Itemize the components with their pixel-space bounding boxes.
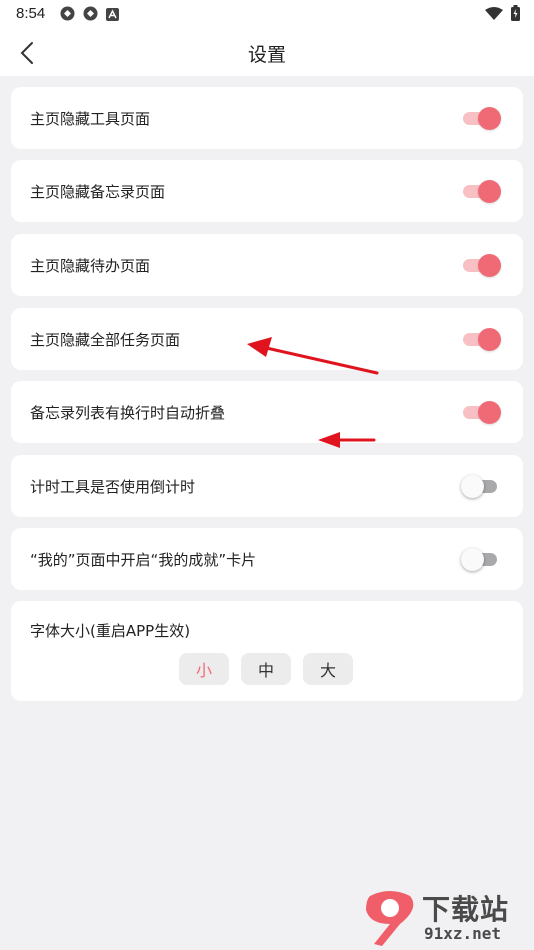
battery-icon [511,5,520,25]
font-size-label: 字体大小(重启APP生效) [30,622,191,640]
app-header: 设置 [0,28,534,76]
toggle-switch[interactable] [461,475,501,498]
system-icons [485,5,520,25]
a-icon [106,6,121,21]
toggle-switch[interactable] [463,401,501,424]
watermark: 下载站 91xz.net [360,888,530,948]
setting-row-hide-tools: 主页隐藏工具页面 [11,87,523,149]
page-title: 设置 [247,44,286,66]
setting-row-memo-auto-fold: 备忘录列表有换行时自动折叠 [11,381,523,443]
setting-row-hide-memo: 主页隐藏备忘录页面 [11,160,523,222]
font-size-card: 字体大小(重启APP生效) 小 中 大 [11,601,523,701]
watermark-url: 91xz.net [424,924,502,943]
status-bar: 8:54 [0,0,534,28]
setting-row-achievements-card: “我的”页面中开启“我的成就”卡片 [11,528,523,590]
font-size-medium-button[interactable]: 中 [241,653,291,685]
setting-label: 备忘录列表有换行时自动折叠 [30,404,226,422]
setting-label: 主页隐藏工具页面 [30,110,151,128]
font-size-large-button[interactable]: 大 [303,653,353,685]
toggle-switch[interactable] [463,107,501,130]
toggle-switch[interactable] [461,548,501,571]
notification-icons [60,6,121,21]
setting-row-countdown: 计时工具是否使用倒计时 [11,455,523,517]
toggle-switch[interactable] [463,180,501,203]
watermark-text: 下载站 [422,893,510,926]
setting-label: 计时工具是否使用倒计时 [30,478,196,496]
setting-label: 主页隐藏待办页面 [30,257,151,275]
status-time: 8:54 [16,5,46,22]
wifi-icon [485,6,503,25]
setting-row-hide-all-tasks: 主页隐藏全部任务页面 [11,308,523,370]
setting-label: “我的”页面中开启“我的成就”卡片 [30,551,257,569]
setting-label: 主页隐藏全部任务页面 [30,331,181,349]
toggle-switch[interactable] [463,254,501,277]
app-icon [60,6,75,21]
app-icon [83,6,98,21]
toggle-switch[interactable] [463,328,501,351]
font-size-small-button[interactable]: 小 [179,653,229,685]
setting-row-hide-todo: 主页隐藏待办页面 [11,234,523,296]
setting-label: 主页隐藏备忘录页面 [30,183,166,201]
watermark-logo [366,891,414,946]
